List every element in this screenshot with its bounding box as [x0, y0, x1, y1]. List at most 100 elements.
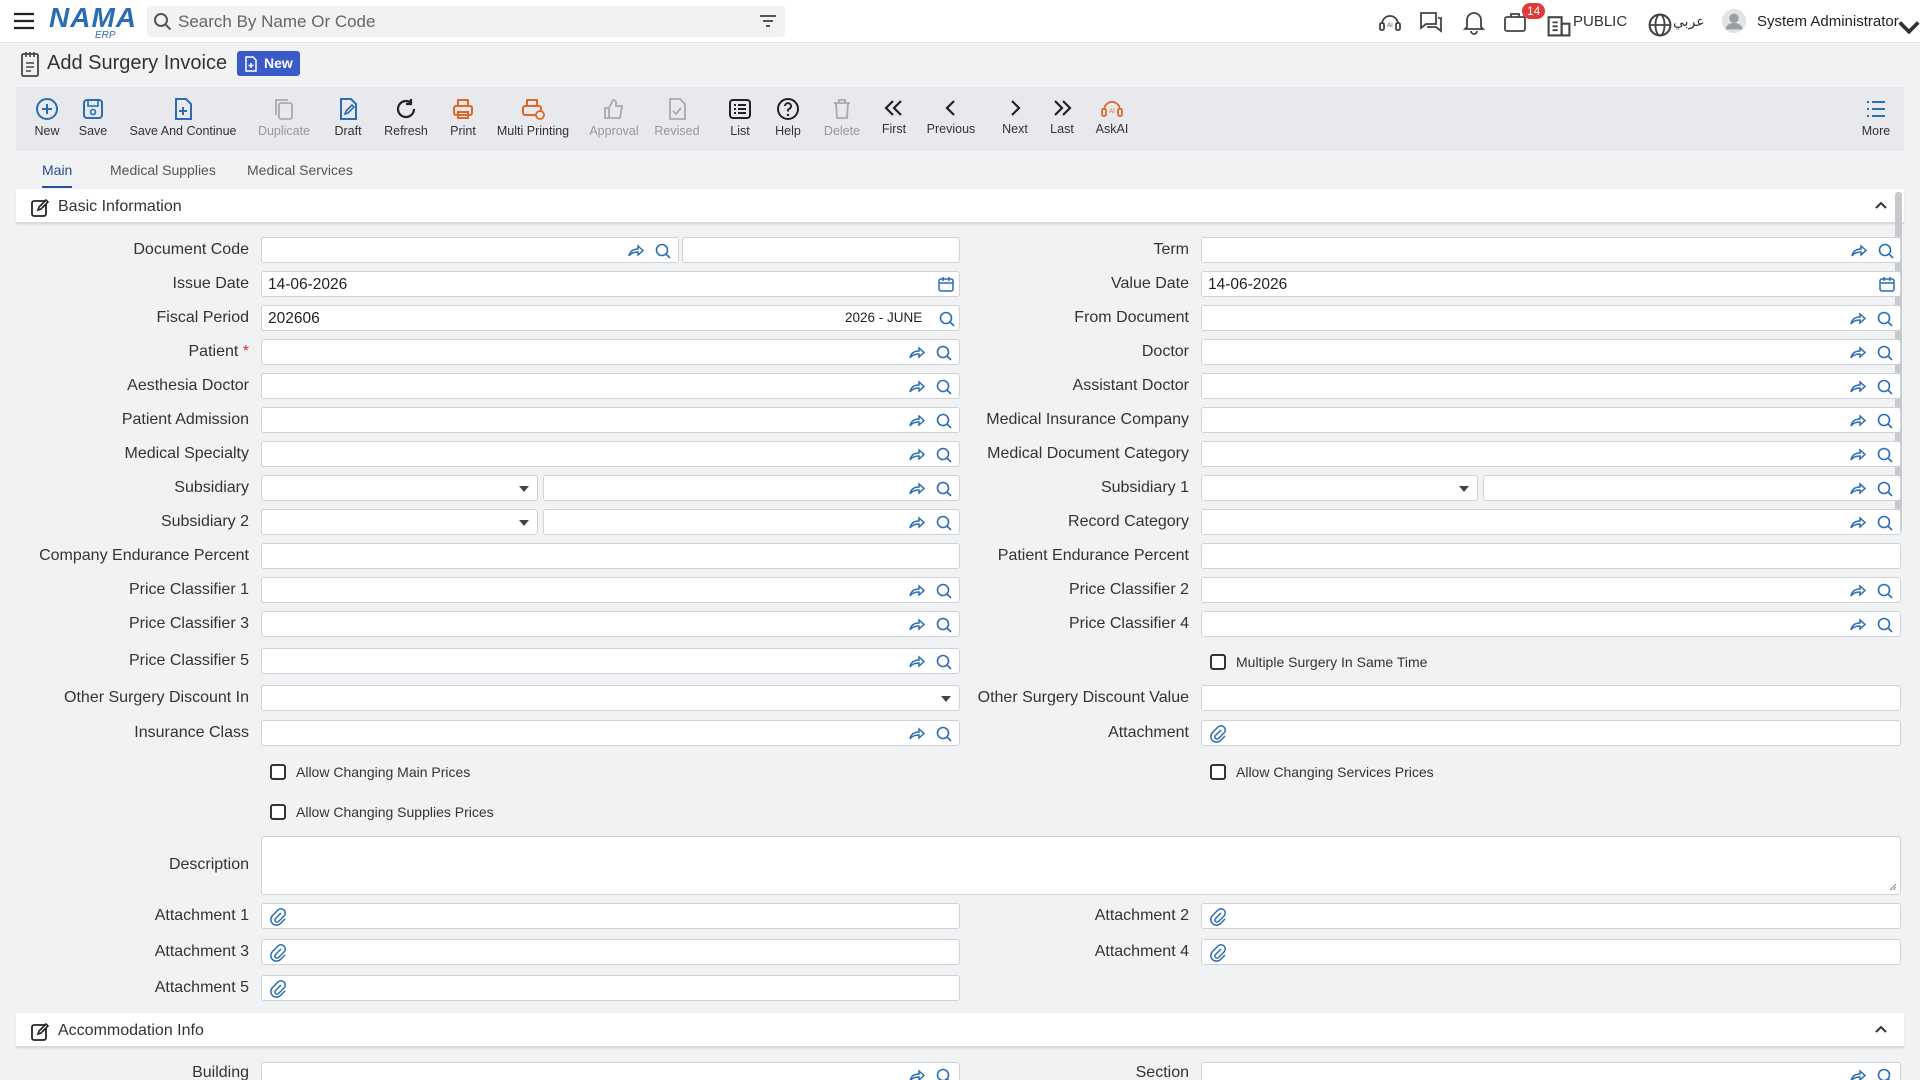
search-lookup-icon[interactable] [1876, 378, 1894, 396]
search-lookup-icon[interactable] [935, 725, 953, 743]
share-icon[interactable] [1849, 344, 1867, 360]
save-button[interactable]: Save [74, 87, 112, 151]
language-switch[interactable]: عربي [1673, 13, 1705, 30]
more-button[interactable]: More [1858, 87, 1894, 151]
attachment-field[interactable] [1201, 720, 1901, 746]
assistant-doctor-field[interactable] [1201, 373, 1901, 399]
search-lookup-icon[interactable] [1876, 582, 1894, 600]
attachment-3-field[interactable] [261, 939, 960, 965]
patient-endurance-percent-field[interactable] [1201, 543, 1901, 569]
attachment-4-field[interactable] [1201, 939, 1901, 965]
revised-button[interactable]: Revised [653, 87, 701, 151]
price-classifier-2-field[interactable] [1201, 577, 1901, 603]
askai-button[interactable]: AI AskAI [1094, 87, 1130, 151]
aesthesia-doctor-field[interactable] [261, 373, 960, 399]
globe-icon[interactable] [1647, 12, 1673, 38]
share-icon[interactable] [908, 412, 926, 428]
subsidiary-field[interactable] [543, 475, 960, 501]
patient-admission-field[interactable] [261, 407, 960, 433]
paperclip-icon[interactable] [1210, 725, 1226, 743]
search-lookup-icon[interactable] [935, 1067, 953, 1080]
share-icon[interactable] [1849, 1067, 1867, 1080]
search-lookup-icon[interactable] [1876, 412, 1894, 430]
share-icon[interactable] [908, 582, 926, 598]
description-textarea[interactable] [261, 836, 1901, 895]
search-lookup-icon[interactable] [935, 412, 953, 430]
paperclip-icon[interactable] [1210, 908, 1226, 926]
share-icon[interactable] [1849, 378, 1867, 394]
search-lookup-icon[interactable] [1876, 1067, 1894, 1080]
delete-button[interactable]: Delete [821, 87, 863, 151]
company-endurance-percent-field[interactable] [261, 543, 960, 569]
search-lookup-icon[interactable] [935, 616, 953, 634]
draft-button[interactable]: Draft [328, 87, 368, 151]
price-classifier-3-field[interactable] [261, 611, 960, 637]
document-code-field[interactable] [261, 237, 679, 263]
term-field[interactable] [1201, 237, 1901, 263]
help-button[interactable]: Help [772, 87, 804, 151]
multi-printing-button[interactable]: Multi Printing [496, 87, 570, 151]
document-code-name-field[interactable] [682, 237, 960, 263]
hamburger-menu-icon[interactable] [12, 9, 36, 33]
user-menu[interactable]: System Administrator [1757, 13, 1899, 30]
medical-insurance-company-field[interactable] [1201, 407, 1901, 433]
search-lookup-icon[interactable] [935, 378, 953, 396]
share-icon[interactable] [908, 514, 926, 530]
search-lookup-icon[interactable] [935, 514, 953, 532]
tab-medical-services[interactable]: Medical Services [247, 162, 353, 186]
duplicate-button[interactable]: Duplicate [256, 87, 312, 151]
subsidiary-2-field[interactable] [543, 509, 960, 535]
subsidiary-1-field[interactable] [1483, 475, 1901, 501]
share-icon[interactable] [908, 446, 926, 462]
ai-assistant-icon[interactable]: AI [1377, 9, 1403, 35]
company-selector[interactable]: PUBLIC [1573, 13, 1627, 30]
paperclip-icon[interactable] [1210, 944, 1226, 962]
calendar-icon[interactable] [1879, 276, 1895, 292]
share-icon[interactable] [908, 378, 926, 394]
share-icon[interactable] [1849, 446, 1867, 462]
search-lookup-icon[interactable] [1876, 344, 1894, 362]
print-button[interactable]: Print [443, 87, 483, 151]
chat-icon[interactable] [1418, 9, 1444, 35]
search-lookup-icon[interactable] [1877, 242, 1895, 260]
search-lookup-icon[interactable] [1876, 480, 1894, 498]
nama-logo[interactable]: NAMA ERP [49, 4, 137, 42]
share-icon[interactable] [1849, 310, 1867, 326]
basic-information-header[interactable]: Basic Information [16, 189, 1904, 224]
share-icon[interactable] [908, 616, 926, 632]
medical-document-category-field[interactable] [1201, 441, 1901, 467]
paperclip-icon[interactable] [270, 944, 286, 962]
approval-button[interactable]: Approval [587, 87, 641, 151]
search-input[interactable] [178, 6, 738, 37]
resize-handle-icon[interactable] [1887, 881, 1897, 891]
save-and-continue-button[interactable]: Save And Continue [129, 87, 237, 151]
chevron-down-icon[interactable] [1896, 15, 1920, 41]
calendar-icon[interactable] [938, 276, 954, 292]
fiscal-period-field[interactable]: 202606 2026 - JUNE [261, 305, 960, 331]
paperclip-icon[interactable] [270, 908, 286, 926]
user-avatar-icon[interactable] [1721, 8, 1747, 34]
building-field[interactable] [261, 1062, 960, 1080]
share-icon[interactable] [1849, 616, 1867, 632]
share-icon[interactable] [627, 242, 645, 258]
subsidiary-1-type-select[interactable] [1201, 475, 1478, 501]
search-lookup-icon[interactable] [935, 480, 953, 498]
list-button[interactable]: List [725, 87, 755, 151]
price-classifier-4-field[interactable] [1201, 611, 1901, 637]
value-date-field[interactable]: 14-06-2026 [1201, 271, 1901, 297]
share-icon[interactable] [908, 1067, 926, 1080]
filter-icon[interactable] [759, 13, 777, 29]
patient-field[interactable] [261, 339, 960, 365]
share-icon[interactable] [1849, 582, 1867, 598]
paperclip-icon[interactable] [270, 980, 286, 998]
search-lookup-icon[interactable] [935, 446, 953, 464]
last-button[interactable]: Last [1047, 87, 1077, 151]
doctor-field[interactable] [1201, 339, 1901, 365]
next-button[interactable]: Next [1000, 87, 1030, 151]
tab-medical-supplies[interactable]: Medical Supplies [110, 162, 216, 186]
previous-button[interactable]: Previous [926, 87, 976, 151]
attachment-5-field[interactable] [261, 975, 960, 1001]
first-button[interactable]: First [879, 87, 909, 151]
search-lookup-icon[interactable] [938, 310, 956, 328]
search-lookup-icon[interactable] [935, 653, 953, 671]
